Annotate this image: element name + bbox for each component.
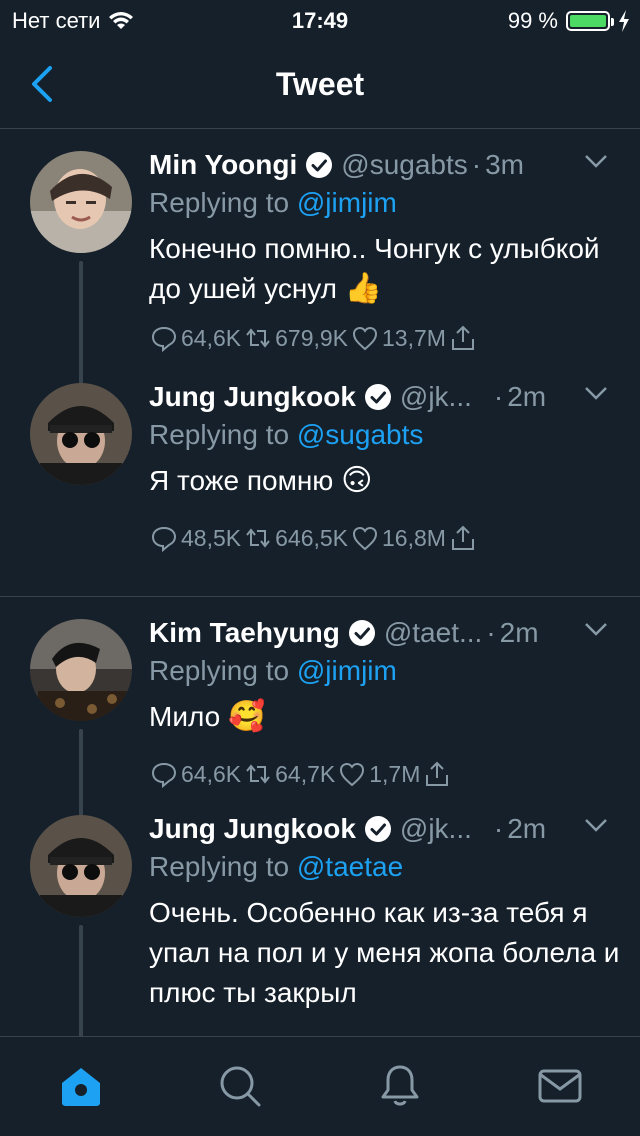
tweet[interactable]: Jung Jungkook @jk... · 2m Replying to @t… (0, 813, 640, 1036)
reply-count: 64,6K (181, 324, 242, 351)
page-title: Tweet (275, 66, 365, 102)
chevron-down-icon[interactable] (582, 615, 610, 643)
tab-bar (0, 1036, 640, 1136)
retweet-count: 679,9K (275, 324, 349, 351)
display-name[interactable]: Min Yoongi (149, 149, 297, 181)
home-icon[interactable] (58, 1063, 104, 1109)
share-icon (451, 525, 474, 550)
retweet-icon (246, 528, 270, 548)
mention-link[interactable]: @jimjim (297, 187, 397, 218)
timestamp: 3m (485, 149, 525, 180)
handle[interactable]: @taet... (384, 617, 482, 649)
status-bar: Нет сети 17:49 99 % (0, 0, 640, 40)
reply-icon (151, 526, 177, 553)
share-button[interactable] (448, 523, 480, 553)
handle[interactable]: @sugabts (341, 149, 468, 181)
retweet-button[interactable]: 679,9K (243, 323, 348, 353)
display-name[interactable]: Kim Taehyung (149, 617, 340, 649)
mention-link[interactable]: @sugabts (297, 419, 424, 450)
mention-link[interactable]: @jimjim (297, 655, 397, 686)
mention-link[interactable]: @taetae (297, 851, 403, 882)
thumbs-up-emoji: 👍 (344, 271, 383, 306)
share-button[interactable] (448, 323, 480, 353)
battery-icon (566, 11, 614, 31)
charging-bolt-icon (619, 10, 629, 32)
smiling-face-with-hearts-emoji: 🥰 (227, 699, 266, 734)
thread-connector (79, 261, 83, 397)
chevron-down-icon[interactable] (582, 379, 610, 407)
like-count: 16,8M (382, 524, 446, 551)
tweet-actions: 48,5K 646,5K 16,8M (149, 521, 620, 555)
retweet-icon (246, 328, 270, 348)
chevron-down-icon[interactable] (582, 147, 610, 175)
heart-icon (340, 762, 365, 787)
replying-to: Replying to @taetae (149, 851, 404, 882)
reply-button[interactable]: 48,5K (149, 523, 241, 553)
verified-badge-icon (364, 816, 391, 842)
reply-button[interactable]: 64,6K (149, 323, 241, 353)
reply-icon (151, 326, 177, 353)
tweet-actions: 64,6K 679,9K 13,7M (149, 321, 620, 355)
like-button[interactable]: 16,8M (350, 523, 446, 553)
share-icon (426, 761, 449, 786)
tweet[interactable]: Min Yoongi @sugabts · 3m Replying to @ji… (0, 129, 640, 397)
retweet-button[interactable]: 64,7K (243, 759, 335, 789)
like-button[interactable]: 13,7M (350, 323, 446, 353)
retweet-count: 646,5K (275, 524, 349, 551)
replying-to: Replying to @sugabts (149, 419, 424, 450)
timestamp: 2m (507, 813, 547, 844)
verified-badge-icon (306, 152, 333, 178)
verified-badge-icon (364, 384, 391, 410)
heart-icon (353, 326, 378, 351)
tweet[interactable]: Kim Taehyung @taet... · 2m Replying to @… (0, 597, 640, 829)
reply-button[interactable]: 64,6K (149, 759, 241, 789)
retweet-button[interactable]: 646,5K (243, 523, 348, 553)
battery-percent: 99 % (507, 8, 558, 33)
battery-level (570, 15, 606, 27)
retweet-icon (246, 764, 270, 784)
tweet-actions: 64,6K 64,7K 1,7M (149, 757, 620, 791)
avatar[interactable] (30, 151, 132, 253)
upside-down-face-emoji: 🙃 (341, 463, 373, 498)
display-name[interactable]: Jung Jungkook (149, 813, 356, 845)
handle[interactable]: @jk... (400, 381, 472, 413)
like-count: 13,7M (382, 324, 446, 351)
tweet-text: Конечно помню.. Чонгук с улыбкой до ушей… (149, 233, 600, 306)
replying-to: Replying to @jimjim (149, 187, 397, 218)
display-name[interactable]: Jung Jungkook (149, 381, 356, 413)
share-icon (451, 325, 474, 350)
like-count: 1,7M (369, 760, 421, 787)
replying-to: Replying to @jimjim (149, 655, 397, 686)
verified-badge-icon (348, 620, 375, 646)
navigation-bar: Tweet (0, 40, 640, 129)
thread-connector (79, 925, 83, 1036)
avatar[interactable] (30, 383, 132, 485)
like-button[interactable]: 1,7M (337, 759, 420, 789)
messages-icon[interactable] (537, 1063, 583, 1109)
tweet-text: Очень. Особенно как из-за тебя я упал на… (149, 897, 620, 1008)
handle[interactable]: @jk... (400, 813, 472, 845)
tweet-text: Я тоже помню 🙃 (149, 463, 373, 498)
timestamp: 2m (499, 617, 539, 648)
avatar[interactable] (30, 815, 132, 917)
reply-count: 48,5K (181, 524, 242, 551)
tweet[interactable]: Jung Jungkook @jk... · 2m Replying to @s… (0, 381, 640, 597)
reply-count: 64,6K (181, 760, 242, 787)
share-button[interactable] (422, 759, 454, 789)
timestamp: 2m (507, 381, 547, 412)
heart-icon (353, 526, 378, 551)
tweet-thread[interactable]: Min Yoongi @sugabts · 3m Replying to @ji… (0, 129, 640, 1036)
avatar[interactable] (30, 619, 132, 721)
notifications-icon[interactable] (377, 1063, 423, 1109)
retweet-count: 64,7K (275, 760, 336, 787)
chevron-down-icon[interactable] (582, 811, 610, 839)
reply-icon (151, 762, 177, 789)
tweet-text: Мило 🥰 (149, 699, 266, 734)
search-icon[interactable] (217, 1063, 263, 1109)
